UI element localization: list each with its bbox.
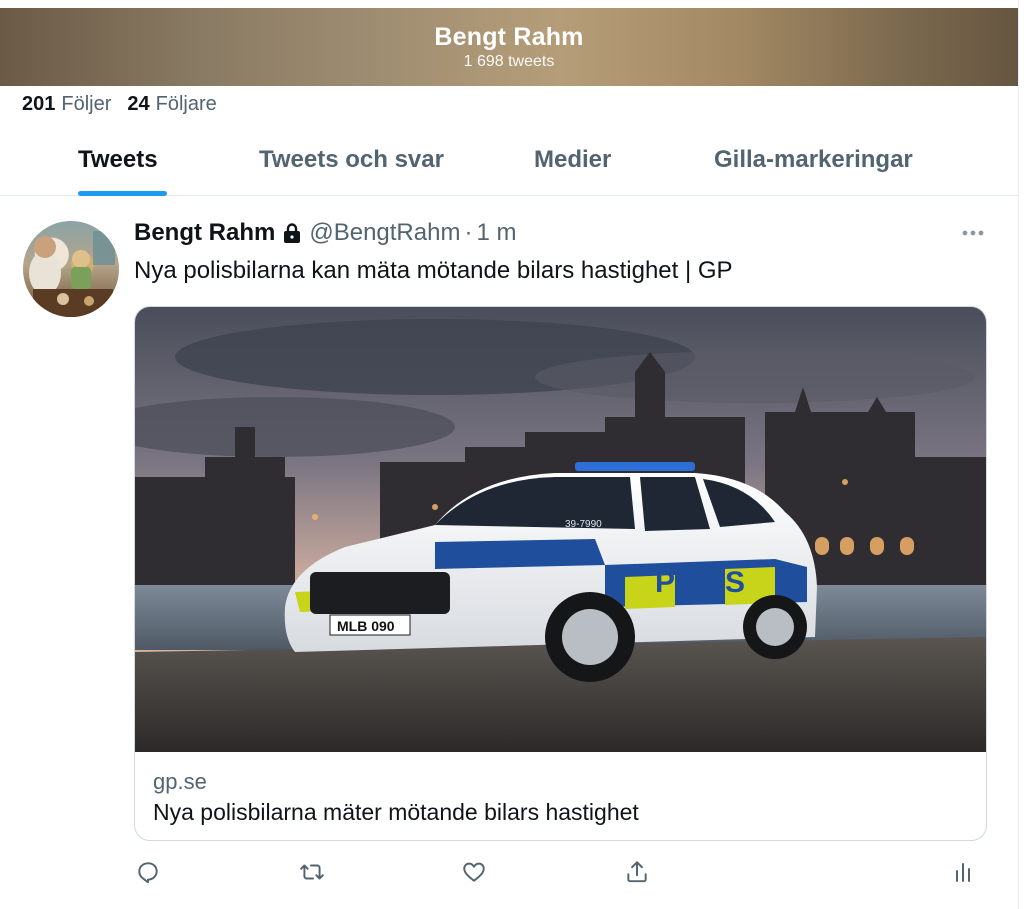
car-polis-text: POLIS (655, 566, 745, 599)
following-link[interactable]: 201 Följer (22, 93, 111, 116)
top-strip (0, 0, 1024, 8)
avatar[interactable] (23, 221, 119, 317)
tab-tweets[interactable]: Tweets (78, 146, 158, 174)
car-plate-text: MLB 090 (337, 618, 395, 634)
reply-icon[interactable] (132, 856, 164, 888)
profile-tabs: Tweets Tweets och svar Medier Gilla-mark… (0, 128, 1018, 196)
tweet-handle: @BengtRahm (309, 219, 461, 246)
scrollbar-edge (1018, 0, 1024, 909)
following-count: 201 (22, 92, 56, 115)
follow-stats: 201 Följer 24 Följare (22, 90, 217, 118)
followers-label: Följare (155, 92, 217, 115)
link-card[interactable]: POLIS MLB 090 39-7990 gp.se Nya polisbil… (134, 306, 987, 841)
link-card-title: Nya polisbilarna mäter mötande bilars ha… (153, 799, 639, 825)
profile-header: Bengt Rahm 1 698 tweets (0, 8, 1018, 86)
followers-count: 24 (127, 92, 150, 115)
tab-tweets-and-replies[interactable]: Tweets och svar (259, 146, 444, 174)
header-tweet-count: 1 698 tweets (463, 53, 555, 70)
following-label: Följer (61, 92, 112, 115)
active-tab-indicator (78, 191, 167, 196)
more-horizontal-icon[interactable] (958, 220, 988, 246)
car-roof-number: 39-7990 (565, 519, 602, 530)
like-icon[interactable] (458, 856, 490, 888)
followers-link[interactable]: 24 Följare (127, 93, 216, 116)
tweet-separator: · (464, 219, 473, 246)
retweet-icon[interactable] (296, 856, 328, 888)
header-display-name: Bengt Rahm (434, 23, 584, 51)
avatar-image (29, 231, 115, 317)
lock-icon (281, 222, 303, 244)
tab-media[interactable]: Medier (534, 146, 611, 174)
link-card-image: POLIS MLB 090 39-7990 (135, 307, 986, 752)
share-icon[interactable] (621, 856, 653, 888)
tweet-display-name: Bengt Rahm (134, 219, 276, 246)
tweet-text: Nya polisbilarna kan mäta mötande bilars… (134, 257, 733, 284)
tab-likes[interactable]: Gilla-markeringar (714, 146, 913, 174)
analytics-icon[interactable] (947, 856, 979, 888)
tweet-author[interactable]: Bengt Rahm @BengtRahm · 1 m (134, 218, 516, 248)
tweet-time[interactable]: 1 m (476, 219, 516, 247)
link-card-domain: gp.se (153, 769, 207, 794)
